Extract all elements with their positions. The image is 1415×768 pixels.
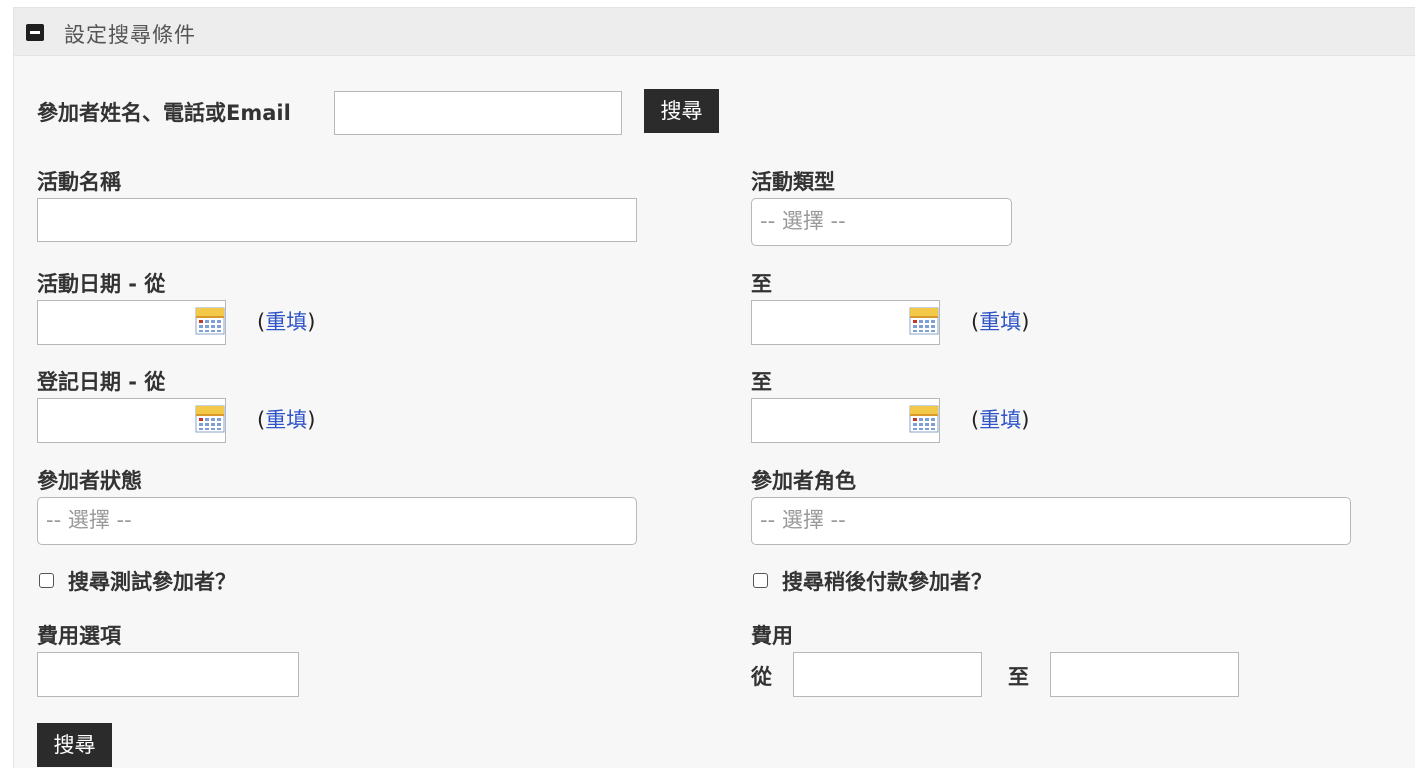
- quick-search-button[interactable]: 搜尋: [644, 89, 719, 133]
- event-date-from-label: 活動日期 - 從: [37, 272, 166, 296]
- register-date-to-label: 至: [751, 370, 772, 394]
- participant-role-label: 參加者角色: [751, 469, 856, 493]
- collapse-minus-icon[interactable]: [26, 24, 44, 41]
- paren-open: (: [971, 408, 980, 432]
- event-name-label: 活動名稱: [37, 170, 121, 194]
- test-participants-checkbox[interactable]: [39, 573, 54, 588]
- paren-close: ): [307, 310, 316, 334]
- event-date-from-reset: (重填): [257, 306, 315, 336]
- calendar-icon[interactable]: [195, 405, 225, 433]
- paren-close: ): [1021, 310, 1030, 334]
- panel-title: 設定搜尋條件: [64, 23, 196, 47]
- quick-search-label: 參加者姓名、電話或Email: [37, 101, 291, 125]
- fee-to-input[interactable]: [1050, 652, 1239, 697]
- paren-close: ): [307, 408, 316, 432]
- fee-to-label: 至: [1008, 665, 1029, 689]
- event-date-to-label: 至: [751, 272, 772, 296]
- participant-status-label: 參加者狀態: [37, 469, 142, 493]
- event-type-select[interactable]: -- 選擇 --: [751, 198, 1012, 246]
- reset-link[interactable]: 重填: [979, 310, 1021, 334]
- paren-open: (: [257, 408, 266, 432]
- participant-status-select[interactable]: -- 選擇 --: [37, 497, 637, 545]
- paren-open: (: [971, 310, 980, 334]
- fee-from-label: 從: [751, 665, 772, 689]
- pay-later-checkbox[interactable]: [753, 573, 768, 588]
- register-date-to-reset: (重填): [971, 404, 1029, 434]
- panel-header[interactable]: 設定搜尋條件: [14, 8, 1415, 56]
- test-participants-label: 搜尋測試參加者？: [68, 570, 236, 594]
- quick-search-input[interactable]: [334, 91, 622, 135]
- register-date-from-label: 登記日期 - 從: [37, 370, 166, 394]
- reset-link[interactable]: 重填: [265, 310, 307, 334]
- search-submit-button[interactable]: 搜尋: [37, 723, 112, 767]
- calendar-icon[interactable]: [195, 307, 225, 335]
- calendar-icon[interactable]: [909, 405, 939, 433]
- pay-later-label: 搜尋稍後付款參加者？: [782, 570, 992, 594]
- calendar-icon[interactable]: [909, 307, 939, 335]
- fee-option-input[interactable]: [37, 652, 299, 697]
- register-date-from-reset: (重填): [257, 404, 315, 434]
- event-type-label: 活動類型: [751, 170, 835, 194]
- paren-close: ): [1021, 408, 1030, 432]
- paren-open: (: [257, 310, 266, 334]
- event-name-input[interactable]: [37, 198, 637, 242]
- fee-option-label: 費用選項: [37, 624, 121, 648]
- participant-role-select[interactable]: -- 選擇 --: [751, 497, 1351, 545]
- fee-from-input[interactable]: [793, 652, 982, 697]
- reset-link[interactable]: 重填: [265, 408, 307, 432]
- reset-link[interactable]: 重填: [979, 408, 1021, 432]
- fee-label: 費用: [751, 624, 793, 648]
- event-date-to-reset: (重填): [971, 306, 1029, 336]
